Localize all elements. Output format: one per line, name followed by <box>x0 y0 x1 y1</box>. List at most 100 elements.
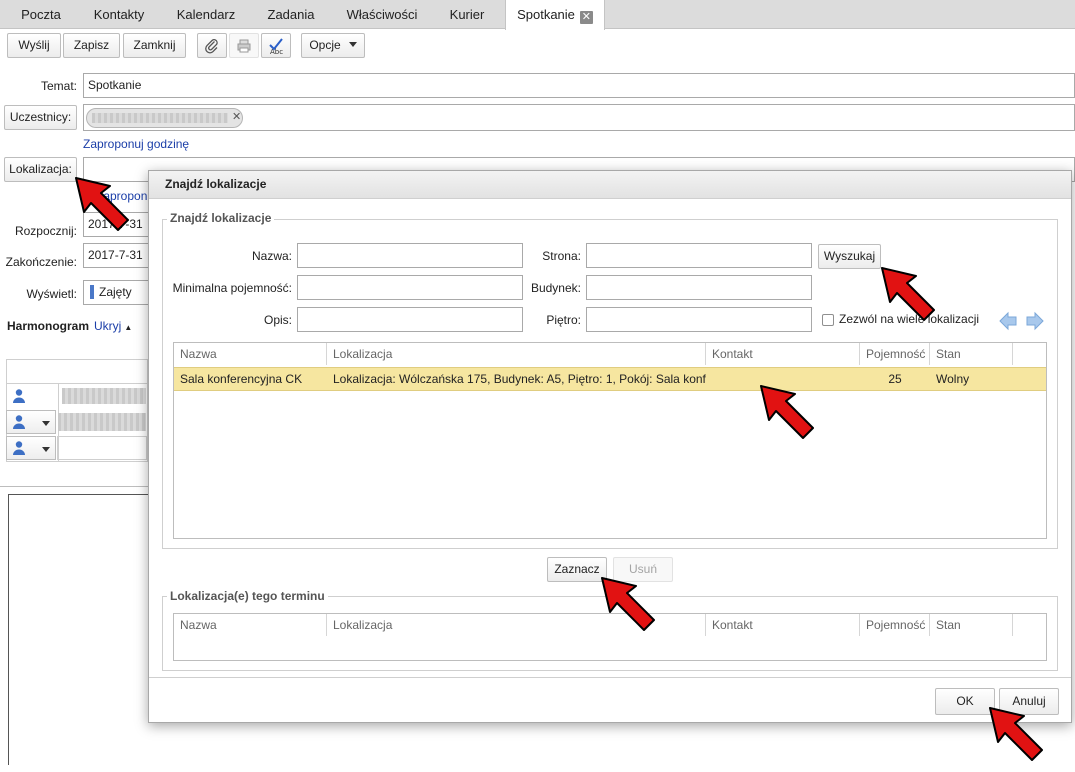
attendee-chip[interactable]: ✕ <box>86 108 243 128</box>
attendee-row-redacted <box>58 413 146 431</box>
floor-input[interactable] <box>586 307 812 332</box>
column-header-capacity[interactable]: Pojemność <box>860 614 930 636</box>
show-as-label: Wyświetl: <box>26 287 77 301</box>
remove-attendee-icon[interactable]: ✕ <box>232 110 241 123</box>
site-label: Strona: <box>542 249 581 263</box>
attendee-row-redacted <box>62 388 146 404</box>
tab-mail[interactable]: Poczta <box>8 0 74 29</box>
description-input[interactable] <box>297 307 523 332</box>
location-capacity-cell: 25 <box>888 372 902 386</box>
chevron-down-icon <box>348 42 357 47</box>
name-label: Nazwa: <box>251 249 292 263</box>
options-label: Opcje <box>309 38 341 52</box>
min-capacity-input[interactable] <box>297 275 523 300</box>
chevron-down-icon <box>42 447 50 452</box>
printer-icon <box>237 39 251 53</box>
search-section-legend: Znajdź lokalizacje <box>167 211 275 225</box>
attendee-type-dropdown[interactable] <box>6 436 56 460</box>
schedule-divider <box>6 383 148 384</box>
select-button[interactable]: Zaznacz <box>547 557 607 582</box>
person-icon <box>13 415 25 429</box>
send-button[interactable]: Wyślij <box>7 33 61 58</box>
svg-text:Abc: Abc <box>270 48 283 55</box>
term-locations-legend: Lokalizacja(e) tego terminu <box>167 589 328 603</box>
tab-calendar[interactable]: Kalendarz <box>164 0 248 29</box>
column-header-capacity[interactable]: Pojemność <box>860 343 930 365</box>
column-header-location[interactable]: Lokalizacja <box>327 614 706 636</box>
term-locations-table: Nazwa Lokalizacja Kontakt Pojemność Stan <box>173 613 1047 661</box>
location-contact-cell <box>706 368 860 390</box>
attendee-name-redacted <box>92 113 228 123</box>
location-address-cell: Lokalizacja: Wólczańska 175, Budynek: A5… <box>333 372 706 386</box>
start-date-input[interactable]: 2017-7-31 <box>83 212 153 237</box>
person-icon <box>13 441 25 455</box>
options-dropdown[interactable]: Opcje <box>301 33 365 58</box>
building-input[interactable] <box>586 275 812 300</box>
column-header-name[interactable]: Nazwa <box>174 343 327 365</box>
column-header-location[interactable]: Lokalizacja <box>327 343 706 365</box>
schedule-heading: Harmonogram <box>7 319 90 333</box>
site-input[interactable] <box>586 243 812 268</box>
attendee-type-dropdown[interactable] <box>6 410 56 434</box>
remove-button[interactable]: Usuń <box>613 557 673 582</box>
end-date-input[interactable]: 2017-7-31 <box>83 243 153 268</box>
arrow-left-icon[interactable] <box>997 310 1019 332</box>
find-locations-dialog: Znajdź lokalizacje Znajdź lokalizacje Na… <box>148 170 1072 723</box>
save-button[interactable]: Zapisz <box>63 33 120 58</box>
dialog-title: Znajdź lokalizacje <box>149 171 1071 199</box>
attach-button[interactable] <box>197 33 227 58</box>
show-as-select[interactable]: Zajęty <box>83 280 153 305</box>
column-header-name[interactable]: Nazwa <box>174 614 327 636</box>
print-button[interactable] <box>229 33 259 58</box>
body-separator <box>0 486 148 487</box>
location-name-cell: Sala konferencyjna CK <box>180 372 303 386</box>
results-table: Nazwa Lokalizacja Kontakt Pojemność Stan… <box>173 342 1047 539</box>
new-attendee-input[interactable] <box>57 436 147 460</box>
location-status-cell: Wolny <box>936 372 970 386</box>
show-as-value: Zajęty <box>99 285 132 299</box>
hide-schedule-label: Ukryj <box>94 319 122 333</box>
building-label: Budynek: <box>530 281 581 295</box>
app-tab-bar: Poczta Kontakty Kalendarz Zadania Właści… <box>0 0 1075 30</box>
hide-schedule-link[interactable]: Ukryj ▲ <box>94 319 132 333</box>
column-header-contact[interactable]: Kontakt <box>706 343 860 365</box>
triangle-up-icon: ▲ <box>124 323 133 332</box>
paperclip-icon <box>205 39 218 54</box>
busy-color-swatch <box>90 285 94 299</box>
floor-label: Piętro: <box>546 313 581 327</box>
person-icon <box>12 388 26 407</box>
location-button[interactable]: Lokalizacja: <box>4 157 77 182</box>
close-button[interactable]: Zamknij <box>123 33 186 58</box>
end-label: Zakończenie: <box>5 255 77 269</box>
table-row[interactable]: Sala konferencyjna CK Lokalizacja: Wólcz… <box>174 367 1046 391</box>
allow-multiple-checkbox[interactable] <box>822 314 834 326</box>
suggest-time-link[interactable]: Zaproponuj godzinę <box>83 137 189 151</box>
subject-label: Temat: <box>40 79 77 93</box>
tab-courier[interactable]: Kurier <box>438 0 496 29</box>
description-label: Opis: <box>263 313 292 327</box>
ok-button[interactable]: OK <box>935 688 995 715</box>
column-header-status[interactable]: Stan <box>930 343 1013 365</box>
dialog-footer-divider <box>149 677 1071 678</box>
attendees-button[interactable]: Uczestnicy: <box>4 105 77 130</box>
tab-tasks[interactable]: Zadania <box>255 0 327 29</box>
spellcheck-button[interactable]: Abc <box>261 33 291 58</box>
tab-meeting[interactable]: Spotkanie ✕ <box>505 0 605 30</box>
message-body-editor[interactable] <box>8 494 148 765</box>
cancel-button[interactable]: Anuluj <box>999 688 1059 715</box>
arrow-right-icon[interactable] <box>1024 310 1046 332</box>
chevron-down-icon <box>42 421 50 426</box>
min-capacity-label: Minimalna pojemność: <box>172 281 292 295</box>
spellcheck-icon: Abc <box>269 38 283 56</box>
tab-meeting-label: Spotkanie <box>517 7 575 22</box>
tab-properties[interactable]: Właściwości <box>334 0 430 29</box>
allow-multiple-label: Zezwól na wiele lokalizacji <box>839 312 980 326</box>
column-header-status[interactable]: Stan <box>930 614 1013 636</box>
name-input[interactable] <box>297 243 523 268</box>
start-label: Rozpocznij: <box>14 224 77 238</box>
subject-input[interactable]: Spotkanie <box>83 73 1075 98</box>
column-header-contact[interactable]: Kontakt <box>706 614 860 636</box>
tab-contacts[interactable]: Kontakty <box>80 0 158 29</box>
search-button[interactable]: Wyszukaj <box>818 244 881 269</box>
close-icon[interactable]: ✕ <box>579 11 593 24</box>
